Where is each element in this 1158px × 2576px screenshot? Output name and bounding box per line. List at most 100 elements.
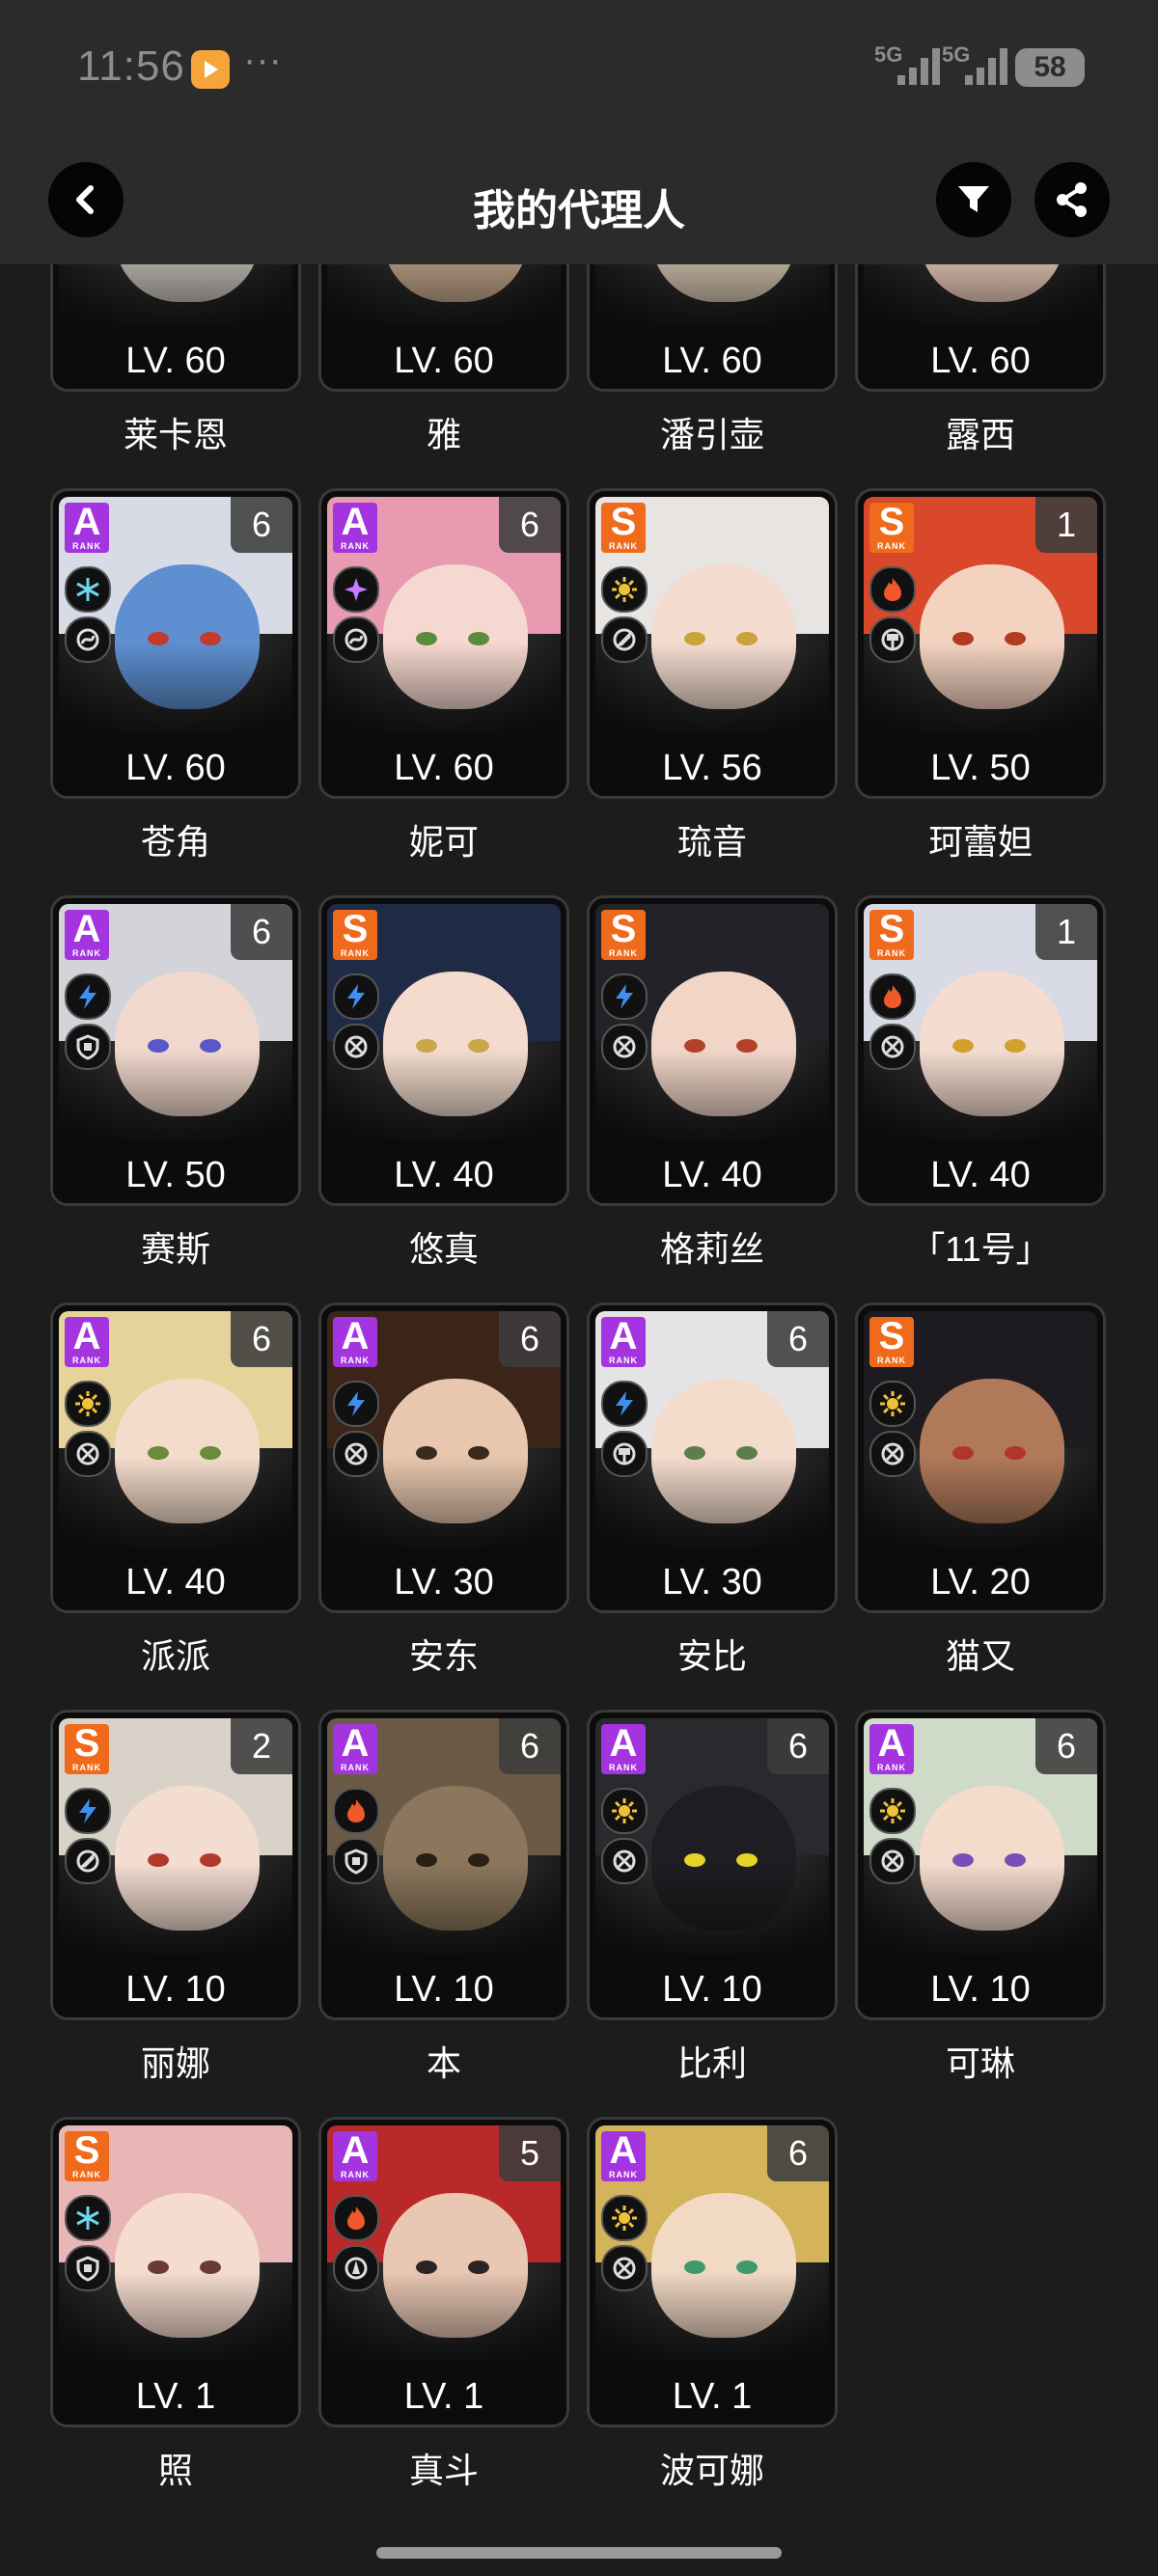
agent-name: 「11号」	[910, 1229, 1051, 1269]
anomaly-cross-icon	[601, 1838, 648, 1884]
rank-letter: S	[878, 501, 905, 543]
agent-name: 派派	[140, 1636, 210, 1676]
agent-card[interactable]: S RANK 1 LV. 50	[855, 488, 1106, 799]
rank-badge: A RANK	[333, 1317, 377, 1367]
rank-letter: A	[609, 1722, 638, 1765]
filter-button[interactable]	[936, 162, 1011, 237]
agent-name: 苍角	[140, 822, 210, 862]
rank-letter: A	[72, 908, 101, 950]
agent-name: 丽娜	[140, 2043, 210, 2083]
agent-card[interactable]: LV. 60	[587, 264, 838, 392]
rank-letter: A	[341, 1722, 370, 1765]
agent-level: LV. 60	[858, 333, 1103, 389]
rank-letter: A	[72, 501, 101, 543]
anomaly-cross-icon	[333, 1431, 379, 1477]
agent-name: 波可娜	[659, 2451, 764, 2490]
agent-card[interactable]: A RANK 6 LV. 40	[50, 1302, 301, 1613]
lightning-icon	[65, 973, 111, 1020]
clock: 11:56	[77, 42, 185, 90]
agent-card[interactable]: S RANK LV. 20	[855, 1302, 1106, 1613]
rank-badge: A RANK	[869, 1724, 914, 1774]
rank-badge: A RANK	[333, 503, 377, 553]
agent-card[interactable]: S RANK 1 LV. 40	[855, 895, 1106, 1206]
agent-card[interactable]: S RANK 2 LV. 10	[50, 1710, 301, 2020]
agent-card[interactable]: S RANK LV. 40	[587, 895, 838, 1206]
rank-caption: RANK	[341, 541, 370, 551]
mindscape-count: 2	[231, 1718, 292, 1774]
mindscape-count: 6	[231, 904, 292, 960]
anomaly-cross-icon	[869, 1838, 916, 1884]
mindscape-count: 6	[231, 1311, 292, 1367]
rank-letter: A	[341, 2129, 370, 2172]
mindscape-count: 6	[767, 1718, 829, 1774]
agent-card[interactable]: A RANK 6 LV. 60	[50, 488, 301, 799]
rank-caption: RANK	[72, 541, 101, 551]
mindscape-count: 6	[1035, 1718, 1097, 1774]
rank-caption: RANK	[341, 2170, 370, 2179]
agent-card[interactable]: A RANK 6 LV. 1	[587, 2117, 838, 2427]
ether-star-icon	[333, 566, 379, 613]
rank-badge: S RANK	[65, 1724, 109, 1774]
agent-name: 雅	[426, 415, 461, 454]
rank-letter: S	[610, 908, 637, 950]
agent-level: LV. 1	[53, 2369, 298, 2425]
battery-indicator: 58	[1015, 48, 1085, 87]
agent-card[interactable]: A RANK 6 LV. 10	[587, 1710, 838, 2020]
rank-letter: A	[609, 1315, 638, 1357]
rupture-icon	[601, 617, 648, 663]
agent-card[interactable]: LV. 60	[855, 264, 1106, 392]
rank-caption: RANK	[609, 541, 638, 551]
agent-level: LV. 40	[53, 1554, 298, 1610]
rank-caption: RANK	[609, 948, 638, 958]
agent-card[interactable]: A RANK 6 LV. 30	[318, 1302, 569, 1613]
agent-card[interactable]: S RANK LV. 1	[50, 2117, 301, 2427]
stun-hammer-icon	[869, 617, 916, 663]
rank-badge: A RANK	[333, 1724, 377, 1774]
agent-portrait	[59, 264, 292, 325]
agent-level: LV. 10	[321, 1961, 566, 2017]
rupture-icon	[65, 1838, 111, 1884]
rank-badge: S RANK	[869, 910, 914, 960]
agent-card[interactable]: S RANK LV. 40	[318, 895, 569, 1206]
mindscape-count: 5	[499, 2125, 561, 2181]
rank-letter: A	[609, 2129, 638, 2172]
agent-level: LV. 56	[590, 740, 835, 796]
agent-name: 安比	[676, 1636, 747, 1676]
agent-card[interactable]: A RANK 5 LV. 1	[318, 2117, 569, 2427]
rank-caption: RANK	[72, 2170, 101, 2179]
share-button[interactable]	[1034, 162, 1110, 237]
agent-card[interactable]: A RANK 6 LV. 50	[50, 895, 301, 1206]
snowflake-icon	[65, 566, 111, 613]
support-swirl-icon	[333, 617, 379, 663]
lightning-icon	[601, 1381, 648, 1427]
agent-name: 露西	[945, 415, 1015, 454]
agent-card[interactable]: S RANK LV. 56	[587, 488, 838, 799]
agent-portrait	[864, 264, 1097, 325]
home-indicator[interactable]	[376, 2547, 782, 2559]
agent-card[interactable]: A RANK 6 LV. 60	[318, 488, 569, 799]
agent-card[interactable]: LV. 60	[50, 264, 301, 392]
agent-level: LV. 60	[53, 740, 298, 796]
agent-card[interactable]: A RANK 6 LV. 10	[855, 1710, 1106, 2020]
rank-letter: A	[72, 1315, 101, 1357]
rank-badge: S RANK	[869, 1317, 914, 1367]
rank-letter: S	[73, 2129, 100, 2172]
agent-level: LV. 60	[321, 740, 566, 796]
filter-icon	[958, 186, 989, 212]
rank-badge: A RANK	[333, 2131, 377, 2181]
agent-name: 可琳	[945, 2043, 1015, 2083]
agent-level: LV. 30	[321, 1554, 566, 1610]
agent-name: 悠真	[408, 1229, 479, 1269]
agent-card[interactable]: LV. 60	[318, 264, 569, 392]
agent-level: LV. 10	[53, 1961, 298, 2017]
agent-name: 本	[426, 2043, 461, 2083]
agent-card[interactable]: A RANK 6 LV. 10	[318, 1710, 569, 2020]
anomaly-cross-icon	[65, 1431, 111, 1477]
agent-name: 照	[157, 2451, 193, 2490]
agent-card[interactable]: A RANK 6 LV. 30	[587, 1302, 838, 1613]
lightning-icon	[333, 1381, 379, 1427]
rank-caption: RANK	[877, 541, 906, 551]
rank-caption: RANK	[72, 948, 101, 958]
share-icon	[1057, 182, 1087, 217]
anomaly-cross-icon	[869, 1431, 916, 1477]
